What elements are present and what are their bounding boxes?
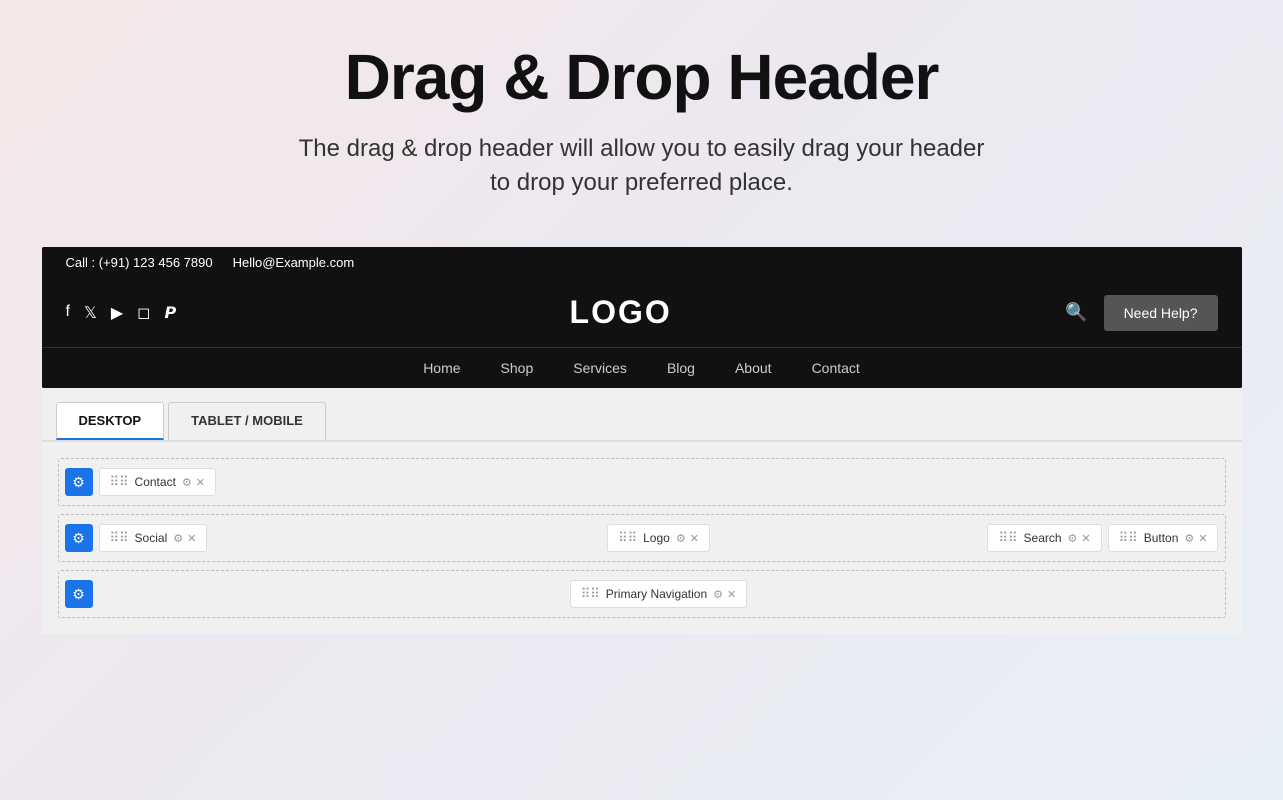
search-settings-icon[interactable]: ⚙ <box>1068 532 1078 545</box>
tab-desktop[interactable]: DESKTOP <box>56 402 165 440</box>
builder-row-3: ⚙ ⠿⠿ Primary Navigation ⚙ ✕ <box>58 570 1226 618</box>
logo-label: Logo <box>643 531 670 545</box>
search-close-icon[interactable]: ✕ <box>1081 532 1090 545</box>
button-drag-handle: ⠿⠿ <box>1119 530 1138 546</box>
logo-chip-actions: ⚙ ✕ <box>676 532 699 545</box>
row2-right: ⠿⠿ Search ⚙ ✕ ⠿⠿ Button ⚙ ✕ <box>849 524 1218 552</box>
row3-center: ⠿⠿ Primary Navigation ⚙ ✕ <box>474 580 843 608</box>
tab-tablet-mobile[interactable]: TABLET / MOBILE <box>168 402 326 440</box>
button-chip-actions: ⚙ ✕ <box>1184 532 1207 545</box>
twitter-icon[interactable]: 𝕏 <box>84 303 97 323</box>
topbar-phone: Call : (+91) 123 456 7890 <box>66 255 213 270</box>
builder-area: DESKTOP TABLET / MOBILE ⚙ ⠿⠿ Contact ⚙ ✕… <box>42 388 1242 634</box>
nav-shop[interactable]: Shop <box>501 360 534 376</box>
primary-navigation-chip[interactable]: ⠿⠿ Primary Navigation ⚙ ✕ <box>570 580 748 608</box>
contact-label: Contact <box>135 475 176 489</box>
social-label: Social <box>135 531 168 545</box>
primary-nav-settings-icon[interactable]: ⚙ <box>713 588 723 601</box>
row2-left: ⠿⠿ Social ⚙ ✕ <box>99 524 468 552</box>
social-chip-actions: ⚙ ✕ <box>173 532 196 545</box>
builder-row-2: ⚙ ⠿⠿ Social ⚙ ✕ ⠿⠿ Logo ⚙ ✕ <box>58 514 1226 562</box>
primary-nav-close-icon[interactable]: ✕ <box>727 588 736 601</box>
row3-settings-button[interactable]: ⚙ <box>65 580 93 608</box>
contact-settings-icon[interactable]: ⚙ <box>182 476 192 489</box>
pinterest-icon[interactable]: 𝙋 <box>164 303 176 323</box>
nav-contact[interactable]: Contact <box>812 360 860 376</box>
button-label: Button <box>1144 531 1179 545</box>
page-subtitle: The drag & drop header will allow you to… <box>292 132 992 199</box>
header-main: f 𝕏 ▶ ◻ 𝙋 LOGO 🔍 Need Help? <box>42 278 1242 347</box>
nav-about[interactable]: About <box>735 360 772 376</box>
nav-services[interactable]: Services <box>573 360 627 376</box>
nav-home[interactable]: Home <box>423 360 460 376</box>
primary-nav-label: Primary Navigation <box>606 587 707 601</box>
logo-close-icon[interactable]: ✕ <box>690 532 699 545</box>
contact-chip[interactable]: ⠿⠿ Contact ⚙ ✕ <box>99 468 217 496</box>
logo-settings-icon[interactable]: ⚙ <box>676 532 686 545</box>
button-chip[interactable]: ⠿⠿ Button ⚙ ✕ <box>1108 524 1219 552</box>
header-logo: LOGO <box>570 294 672 331</box>
contact-drag-handle: ⠿⠿ <box>110 474 129 490</box>
contact-close-icon[interactable]: ✕ <box>196 476 205 489</box>
row1-settings-button[interactable]: ⚙ <box>65 468 93 496</box>
search-chip-actions: ⚙ ✕ <box>1068 532 1091 545</box>
header-nav: Home Shop Services Blog About Contact <box>42 347 1242 388</box>
instagram-icon[interactable]: ◻ <box>137 303 150 323</box>
builder-content: ⚙ ⠿⠿ Contact ⚙ ✕ ⚙ ⠿⠿ Social <box>42 442 1242 634</box>
page-title: Drag & Drop Header <box>345 40 939 114</box>
row1-items: ⠿⠿ Contact ⚙ ✕ <box>99 468 1219 496</box>
social-drag-handle: ⠿⠿ <box>110 530 129 546</box>
search-drag-handle: ⠿⠿ <box>998 530 1017 546</box>
search-chip[interactable]: ⠿⠿ Search ⚙ ✕ <box>987 524 1101 552</box>
header-preview: Call : (+91) 123 456 7890 Hello@Example.… <box>42 247 1242 388</box>
header-topbar: Call : (+91) 123 456 7890 Hello@Example.… <box>42 247 1242 278</box>
contact-chip-actions: ⚙ ✕ <box>182 476 205 489</box>
need-help-button[interactable]: Need Help? <box>1104 295 1218 331</box>
social-close-icon[interactable]: ✕ <box>187 532 196 545</box>
builder-row-1: ⚙ ⠿⠿ Contact ⚙ ✕ <box>58 458 1226 506</box>
primary-nav-chip-actions: ⚙ ✕ <box>713 588 736 601</box>
social-settings-icon[interactable]: ⚙ <box>173 532 183 545</box>
facebook-icon[interactable]: f <box>66 303 70 323</box>
search-label: Search <box>1024 531 1062 545</box>
row2-center: ⠿⠿ Logo ⚙ ✕ <box>474 524 843 552</box>
builder-tabs: DESKTOP TABLET / MOBILE <box>42 388 1242 442</box>
button-close-icon[interactable]: ✕ <box>1198 532 1207 545</box>
header-search-icon[interactable]: 🔍 <box>1065 302 1087 323</box>
row2-settings-button[interactable]: ⚙ <box>65 524 93 552</box>
logo-drag-handle: ⠿⠿ <box>618 530 637 546</box>
social-chip[interactable]: ⠿⠿ Social ⚙ ✕ <box>99 524 208 552</box>
header-social: f 𝕏 ▶ ◻ 𝙋 <box>66 303 177 323</box>
primary-nav-drag-handle: ⠿⠿ <box>581 586 600 602</box>
youtube-icon[interactable]: ▶ <box>111 303 123 323</box>
topbar-email: Hello@Example.com <box>233 255 355 270</box>
nav-blog[interactable]: Blog <box>667 360 695 376</box>
header-actions: 🔍 Need Help? <box>1065 295 1217 331</box>
logo-chip[interactable]: ⠿⠿ Logo ⚙ ✕ <box>607 524 710 552</box>
button-settings-icon[interactable]: ⚙ <box>1184 532 1194 545</box>
